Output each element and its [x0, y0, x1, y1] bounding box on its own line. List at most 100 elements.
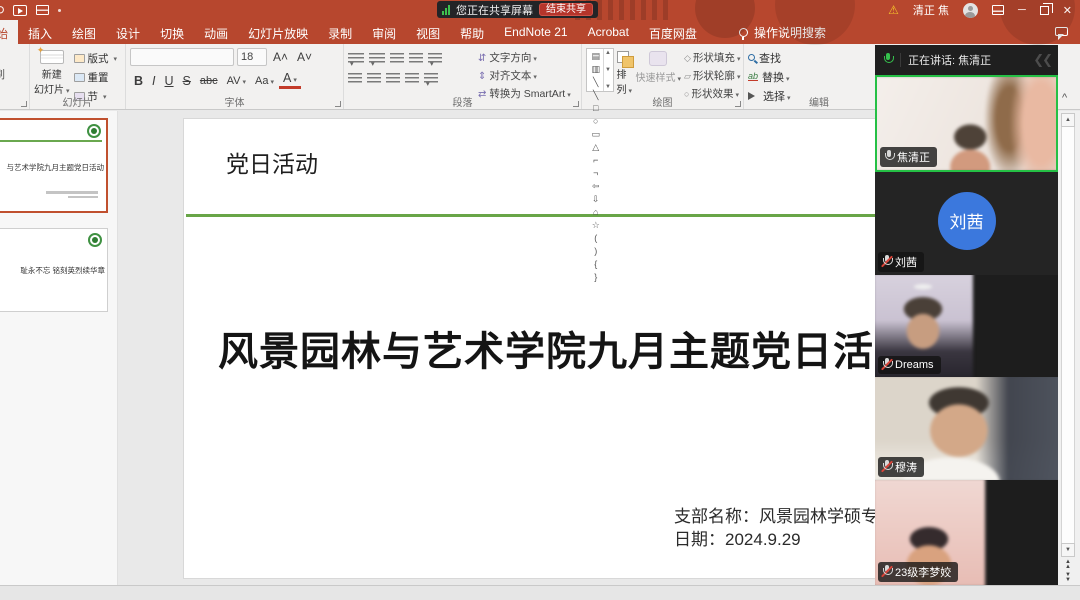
minimize-button[interactable]	[1018, 4, 1026, 16]
shape-icon[interactable]: {	[589, 258, 603, 271]
slide-thumbnail-1[interactable]: 与艺术学院九月主题党日活动	[0, 118, 108, 213]
shape-fill-button[interactable]: ◇形状填充	[684, 50, 740, 65]
scroll-down-button[interactable]: ▼	[1061, 543, 1075, 557]
ribbon-tab[interactable]: 切换	[150, 20, 194, 44]
shadow-button[interactable]: abc	[196, 75, 222, 87]
dialog-launcher-icon[interactable]	[735, 101, 741, 107]
shape-icon[interactable]: )	[589, 245, 603, 258]
dialog-launcher-icon[interactable]	[21, 101, 27, 107]
start-slideshow-icon[interactable]	[13, 5, 27, 16]
columns-icon[interactable]	[424, 73, 438, 84]
character-spacing-button[interactable]: AV	[223, 75, 250, 87]
shape-icon[interactable]: ▤	[589, 50, 603, 63]
ribbon-tab[interactable]: 百度网盘	[639, 20, 707, 44]
shape-icon[interactable]: ⇩	[589, 193, 603, 206]
shape-icon[interactable]: ☆	[589, 219, 603, 232]
quick-styles-button[interactable]: 快速样式	[636, 48, 682, 96]
line-spacing-icon[interactable]	[428, 53, 442, 64]
ribbon-tab[interactable]: 设计	[106, 20, 150, 44]
find-button[interactable]: 查找	[748, 48, 890, 67]
more-options-icon[interactable]	[58, 9, 61, 12]
shape-icon[interactable]: ▭	[589, 128, 603, 141]
warning-icon[interactable]	[888, 1, 899, 19]
slide-title-text[interactable]: 风景园林与艺术学院九月主题党日活动	[218, 319, 915, 377]
ribbon-tab[interactable]: 绘图	[62, 20, 106, 44]
justify-icon[interactable]	[405, 73, 419, 84]
font-name-select[interactable]	[130, 48, 234, 66]
close-button[interactable]	[1063, 4, 1072, 17]
increase-font-icon[interactable]: A˄	[270, 50, 291, 64]
account-name[interactable]: 清正 焦	[913, 2, 949, 18]
participant-tile-liuqian[interactable]: 刘茜 刘茜	[875, 172, 1058, 275]
collapse-panel-icon[interactable]: ❮❮	[1033, 52, 1051, 68]
participant-tile-mutao[interactable]: 穆涛	[875, 377, 1058, 480]
shape-icon[interactable]: ╲	[589, 76, 603, 89]
shape-icon[interactable]: ¬	[589, 167, 603, 180]
change-case-button[interactable]: Aa	[251, 75, 278, 87]
italic-button[interactable]: I	[148, 74, 159, 88]
ribbon-tab[interactable]: 录制	[318, 20, 362, 44]
format-painter-label[interactable]: 格式刷	[0, 66, 5, 82]
account-avatar[interactable]	[963, 3, 978, 18]
text-direction-button[interactable]: ⇵文字方向	[478, 50, 571, 65]
dialog-launcher-icon[interactable]	[573, 101, 579, 107]
shape-icon[interactable]: ▥	[589, 63, 603, 76]
scroll-up-button[interactable]: ▲	[1061, 113, 1075, 127]
previous-slide-button[interactable]: ▲▲	[1065, 560, 1071, 570]
collapse-ribbon-icon[interactable]: ^	[1062, 92, 1067, 104]
bold-button[interactable]: B	[130, 74, 147, 88]
slide-thumbnail-2[interactable]: 耻永不忘 铭刻英烈续华章	[0, 228, 108, 312]
slide-icon[interactable]	[36, 5, 49, 15]
font-size-select[interactable]	[237, 48, 267, 66]
arrange-button[interactable]: 排列	[617, 48, 633, 96]
align-left-icon[interactable]	[348, 73, 362, 84]
vertical-scrollbar[interactable]: ▲ ▼	[1061, 113, 1075, 557]
strikethrough-button[interactable]: S	[179, 74, 195, 88]
underline-button[interactable]: U	[161, 74, 178, 88]
ribbon-tab[interactable]: 幻灯片放映	[238, 20, 318, 44]
shape-icon[interactable]: ○	[589, 115, 603, 128]
shape-icon[interactable]: ⌂	[589, 206, 603, 219]
shape-gallery-scrollbar[interactable]: ▲▼▼	[603, 49, 613, 91]
ribbon-tab[interactable]: EndNote 21	[494, 20, 577, 44]
shape-icon[interactable]: ⇦	[589, 180, 603, 193]
slide-header-text[interactable]: 党日活动	[226, 145, 318, 179]
numbering-icon[interactable]	[369, 53, 385, 64]
ribbon-tab[interactable]: 插入	[18, 20, 62, 44]
undo-icon[interactable]	[0, 2, 4, 18]
next-slide-button[interactable]: ▼▼	[1065, 573, 1071, 583]
bullets-icon[interactable]	[348, 53, 364, 64]
decrease-indent-icon[interactable]	[390, 53, 404, 64]
font-color-button[interactable]: A	[279, 73, 301, 89]
layout-button[interactable]: 版式	[74, 51, 118, 66]
shape-icon[interactable]: }	[589, 271, 603, 284]
ribbon-tab[interactable]: 视图	[406, 20, 450, 44]
dialog-launcher-icon[interactable]	[335, 101, 341, 107]
participant-tile-limengjiao[interactable]: 23级李梦姣	[875, 480, 1058, 585]
stop-share-button[interactable]: 结束共享	[539, 3, 593, 16]
restore-button[interactable]	[1040, 6, 1049, 15]
reset-button[interactable]: 重置	[74, 70, 118, 85]
ribbon-tab[interactable]: 审阅	[362, 20, 406, 44]
ribbon-tab[interactable]: 帮助	[450, 20, 494, 44]
new-slide-button[interactable]: 新建 幻灯片	[34, 48, 70, 96]
tab-home[interactable]: 开始	[0, 20, 18, 44]
decrease-font-icon[interactable]: A˅	[294, 50, 315, 64]
replace-button[interactable]: ab替换	[748, 67, 890, 86]
scrollbar-track[interactable]	[1061, 127, 1075, 543]
ribbon-tab[interactable]: Acrobat	[578, 20, 639, 44]
paragraph-group: ⇵文字方向 ⇕对齐文本 ⇄转换为 SmartArt 段落	[344, 44, 582, 109]
align-text-button[interactable]: ⇕对齐文本	[478, 68, 571, 83]
align-center-icon[interactable]	[367, 73, 381, 84]
align-right-icon[interactable]	[386, 73, 400, 84]
shape-icon[interactable]: ⌐	[589, 154, 603, 167]
participant-tile-jiaoqingzheng[interactable]: 焦清正	[875, 75, 1058, 172]
shape-icon[interactable]: (	[589, 232, 603, 245]
shape-icon[interactable]: △	[589, 141, 603, 154]
ribbon-display-options-icon[interactable]	[992, 5, 1004, 15]
ribbon-tab[interactable]: 动画	[194, 20, 238, 44]
shape-outline-button[interactable]: ▱形状轮廓	[684, 68, 740, 83]
clipboard-group: 格式刷	[0, 44, 30, 109]
participant-tile-dreams[interactable]: Dreams	[875, 275, 1058, 377]
increase-indent-icon[interactable]	[409, 53, 423, 64]
